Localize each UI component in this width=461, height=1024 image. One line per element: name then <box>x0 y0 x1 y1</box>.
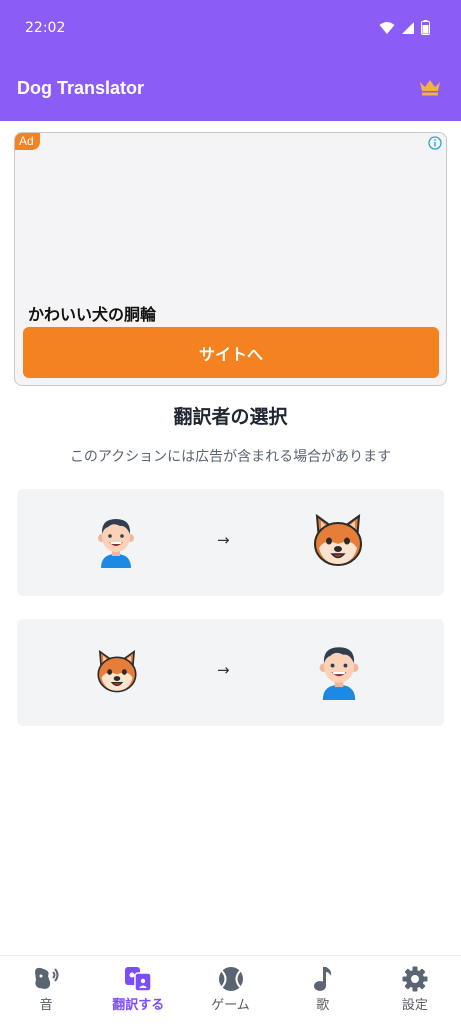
sound-icon <box>35 967 59 989</box>
page-subtitle: このアクションには広告が含まれる場合があります <box>69 449 392 465</box>
translate-icon <box>125 967 153 992</box>
human-face-icon <box>97 516 135 572</box>
ad-badge: Ad <box>15 133 40 150</box>
nav-label: 音 <box>39 998 53 1013</box>
nav-item-song[interactable]: 歌 <box>277 956 369 1024</box>
status-time: 22:02 <box>25 20 66 36</box>
dog-face-icon <box>311 513 365 572</box>
ball-icon <box>218 967 243 991</box>
page-title: 翻訳者の選択 <box>173 406 288 428</box>
app-bar: Dog Translator <box>0 60 461 121</box>
gear-icon <box>402 966 428 992</box>
nav-label: ゲーム <box>211 998 250 1013</box>
nav-item-translate[interactable]: 翻訳する <box>92 956 184 1024</box>
ad-banner[interactable]: Ad かわいい犬の胴輪 サイトへ <box>14 132 447 386</box>
arrow-icon: → <box>217 661 230 679</box>
battery-icon <box>421 20 430 35</box>
status-bar: 22:02 <box>0 0 461 60</box>
crown-icon[interactable] <box>419 78 441 100</box>
ad-headline: かわいい犬の胴輪 <box>28 305 157 324</box>
wifi-icon <box>379 21 395 34</box>
signal-icon <box>402 21 414 34</box>
ad-cta-button[interactable]: サイトへ <box>23 327 439 378</box>
nav-item-game[interactable]: ゲーム <box>184 956 276 1024</box>
info-icon[interactable] <box>428 135 442 154</box>
human-face-icon <box>318 644 360 704</box>
nav-item-settings[interactable]: 設定 <box>369 956 461 1024</box>
music-note-icon <box>313 967 331 991</box>
app-title: Dog Translator <box>17 78 145 98</box>
dog-to-human-option[interactable]: → <box>17 619 444 726</box>
arrow-icon: → <box>217 531 230 549</box>
nav-label: 歌 <box>316 998 330 1013</box>
bottom-nav: 音 翻訳する ゲーム 歌 設定 <box>0 955 461 1024</box>
dog-face-icon <box>95 649 139 698</box>
nav-item-sound[interactable]: 音 <box>0 956 92 1024</box>
human-to-dog-option[interactable]: → <box>17 489 444 596</box>
nav-label: 翻訳する <box>112 998 165 1013</box>
status-icons <box>379 20 430 35</box>
nav-label: 設定 <box>401 998 428 1013</box>
